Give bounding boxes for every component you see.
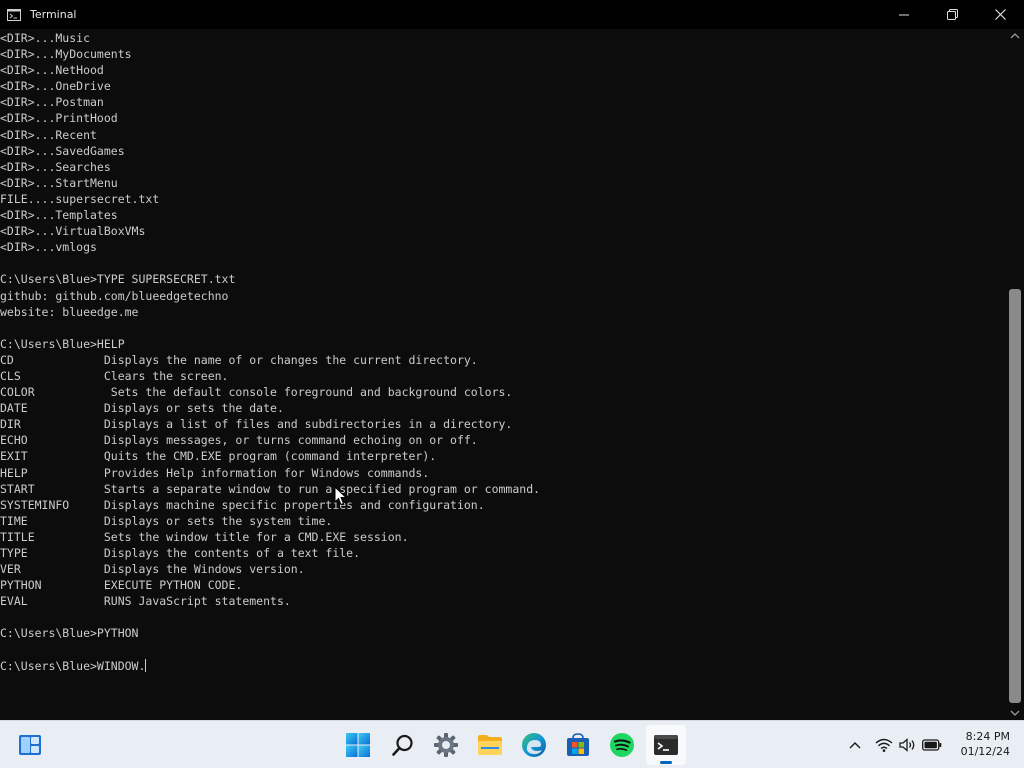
terminal-line: github: github.com/blueedgetechno [0,288,229,303]
window-title: Terminal [30,8,77,21]
minimize-button[interactable] [880,0,928,29]
terminal-line: DIR Displays a list of files and subdire… [0,417,513,432]
terminal-line: EVAL RUNS JavaScript statements. [0,594,291,609]
start-icon [346,733,370,757]
terminal-line: EXIT Quits the CMD.EXE program (command … [0,449,437,464]
scroll-down-icon[interactable] [1010,708,1020,718]
terminal-line: VER Displays the Windows version. [0,562,305,577]
terminal-line: <DIR>...vmlogs [0,240,97,255]
vertical-scrollbar[interactable] [1006,29,1024,720]
terminal-line: <DIR>...SavedGames [0,143,125,158]
terminal-line: <DIR>...Recent [0,127,97,142]
close-icon [994,9,1006,20]
terminal-line: <DIR>...VirtualBoxVMs [0,224,146,239]
settings-button[interactable] [426,725,466,765]
battery-button[interactable] [921,725,943,765]
widgets-icon [19,735,41,755]
title-bar: Terminal [0,0,1024,29]
terminal-line: <DIR>...Searches [0,159,111,174]
store-icon [567,733,589,756]
terminal-line: FILE....supersecret.txt [0,191,160,206]
terminal-line: TIME Displays or sets the system time. [0,513,333,528]
clock-time: 8:24 PM [965,730,1010,743]
network-button[interactable] [873,725,895,765]
file-explorer-icon [478,735,502,755]
terminal-line: <DIR>...NetHood [0,63,104,78]
system-clock[interactable]: 8:24 PM 01/12/24 [950,729,1010,759]
terminal-line: <DIR>...PrintHood [0,111,118,126]
chevron-up-icon [849,742,861,749]
settings-icon [434,733,458,757]
search-button[interactable] [383,725,423,765]
terminal-text: <DIR>...Music <DIR>...MyDocuments <DIR>...… [0,30,540,674]
terminal-icon [7,8,21,21]
volume-icon [899,738,915,752]
terminal-line: <DIR>...OneDrive [0,79,111,94]
search-icon [392,734,413,756]
taskbar: 8:24 PM 01/12/24 [0,720,1024,768]
mouse-pointer-icon [334,486,348,506]
spotify-button[interactable] [602,725,642,765]
terminal-line: C:\Users\Blue>HELP [0,336,125,351]
widgets-button[interactable] [10,725,50,765]
terminal-line: <DIR>...MyDocuments [0,47,132,62]
battery-icon [922,739,942,751]
spotify-icon [610,733,634,757]
terminal-line: C:\Users\Blue>PYTHON [0,626,139,641]
close-button[interactable] [976,0,1024,29]
scroll-thumb[interactable] [1009,289,1021,703]
terminal-taskbar-button[interactable] [646,725,686,765]
edge-icon [522,733,546,757]
terminal-line: DATE Displays or sets the date. [0,401,284,416]
terminal-line: START Starts a separate window to run a … [0,481,541,496]
window-controls [880,0,1024,29]
terminal-line: <DIR>...Music [0,31,91,45]
terminal-line: TITLE Sets the window title for a CMD.EX… [0,529,409,544]
terminal-line: PYTHON EXECUTE PYTHON CODE. [0,578,243,593]
clock-date: 01/12/24 [960,745,1010,758]
terminal-icon [654,735,678,755]
minimize-icon [899,14,909,15]
terminal-line: TYPE Displays the contents of a text fil… [0,546,361,560]
terminal-line: C:\Users\Blue>TYPE SUPERSECRET.txt [0,272,236,287]
terminal-line: <DIR>...Templates [0,208,118,223]
file-explorer-button[interactable] [470,725,510,765]
active-app-indicator [660,761,672,764]
wifi-icon [875,738,893,752]
store-button[interactable] [558,725,598,765]
terminal-line: website: blueedge.me [0,304,139,319]
edge-button[interactable] [514,725,554,765]
terminal-line: COLOR Sets the default console foregroun… [0,385,513,400]
terminal-line: SYSTEMINFO Displays machine specific pro… [0,497,485,512]
restore-button[interactable] [928,0,976,29]
terminal-input-line[interactable]: C:\Users\Blue>WINDOW. [0,658,540,674]
scroll-up-icon[interactable] [1010,31,1020,41]
show-hidden-icons-button[interactable] [845,725,865,765]
terminal-line: CLS Clears the screen. [0,368,229,383]
terminal-line: ECHO Displays messages, or turns command… [0,433,478,448]
start-button[interactable] [338,725,378,765]
terminal-input-text: C:\Users\Blue>WINDOW. [0,658,146,673]
terminal-output[interactable]: <DIR>...Music <DIR>...MyDocuments <DIR>...… [0,29,1006,720]
restore-icon [946,9,958,20]
text-cursor [145,658,147,672]
volume-button[interactable] [897,725,919,765]
terminal-line: <DIR>...StartMenu [0,175,118,190]
terminal-line: CD Displays the name of or changes the c… [0,352,478,367]
terminal-line: HELP Provides Help information for Windo… [0,465,430,480]
terminal-line: <DIR>...Postman [0,95,104,110]
